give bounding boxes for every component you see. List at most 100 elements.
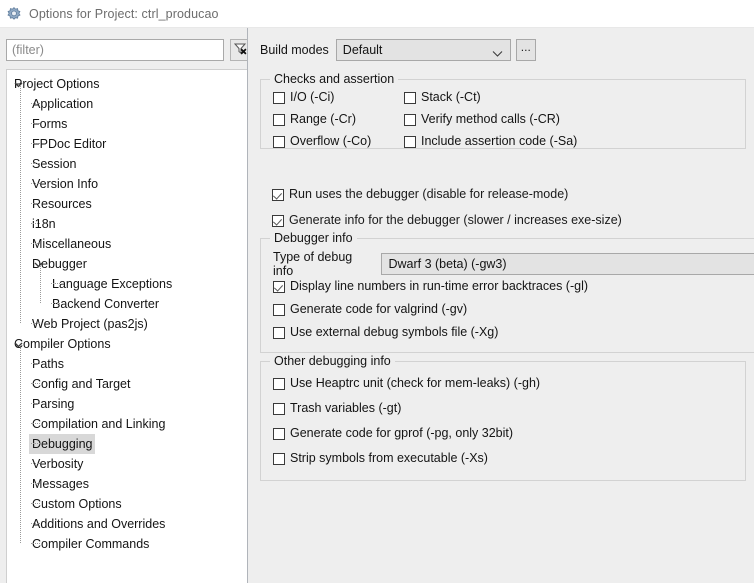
sidebar-item-parsing[interactable]: Parsing: [7, 394, 247, 414]
tree-branch-mark: [31, 123, 40, 124]
checkbox-display-line-numbers[interactable]: Display line numbers in run-time error b…: [273, 279, 588, 294]
filter-clear-icon: [233, 41, 248, 59]
checkbox-stack[interactable]: Stack (-Ct): [404, 90, 481, 105]
sidebar-item-paths[interactable]: Paths: [7, 354, 247, 374]
checkbox-valgrind-box[interactable]: [273, 304, 285, 316]
checkbox-display-line-numbers-label: Display line numbers in run-time error b…: [290, 279, 589, 293]
tree-branch-mark: [51, 283, 60, 284]
checkbox-verify-method-calls-box[interactable]: [404, 114, 416, 126]
tree-branch-mark: [31, 543, 40, 544]
checkbox-run-uses-debugger[interactable]: Run uses the debugger (disable for relea…: [272, 187, 568, 201]
main-panel: Build modes Default ... Checks and asser…: [248, 28, 754, 583]
sidebar-item-label: Resources: [32, 197, 92, 211]
search-input[interactable]: (filter): [6, 39, 224, 61]
sidebar-item-version-info[interactable]: Version Info: [7, 174, 247, 194]
build-modes-more-button[interactable]: ...: [515, 39, 536, 61]
checkbox-strip-symbols-box[interactable]: [273, 453, 285, 465]
chevron-down-icon[interactable]: [13, 79, 24, 90]
debug-info-type-label: Type of debug info: [273, 250, 353, 278]
sidebar-item-compiler-commands[interactable]: Compiler Commands: [7, 534, 247, 554]
chevron-down-icon[interactable]: [13, 339, 24, 350]
sidebar-item-label: Additions and Overrides: [32, 517, 166, 531]
checkbox-heaptrc[interactable]: Use Heaptrc unit (check for mem-leaks) (…: [273, 376, 540, 391]
checkbox-strip-symbols-label: Strip symbols from executable (-Xs): [290, 451, 488, 465]
sidebar-item-label: Debugging: [29, 434, 96, 454]
tree-branch-mark: [31, 203, 40, 204]
checkbox-range[interactable]: Range (-Cr): [273, 112, 356, 127]
sidebar-item-application[interactable]: Application: [7, 94, 247, 114]
sidebar-item-verbosity[interactable]: Verbosity: [7, 454, 247, 474]
checkbox-external-debug-symbols[interactable]: Use external debug symbols file (-Xg): [273, 325, 498, 340]
sidebar-item-backend-converter[interactable]: Backend Converter: [7, 294, 247, 314]
sidebar-item-language-exceptions[interactable]: Language Exceptions: [7, 274, 247, 294]
sidebar-item-label: Language Exceptions: [52, 277, 173, 291]
tree-root: Project Options Application Forms FPDoc Edi…: [7, 70, 247, 554]
sidebar-item-web-project-pas2js[interactable]: Web Project (pas2js): [7, 314, 247, 334]
sidebar-item-custom-options[interactable]: Custom Options: [7, 494, 247, 514]
tree-branch-mark: [31, 323, 40, 324]
sidebar-item-label: Verbosity: [32, 457, 84, 471]
sidebar-item-forms[interactable]: Forms: [7, 114, 247, 134]
tree-branch-mark: [31, 183, 40, 184]
checkbox-io-box[interactable]: [273, 92, 285, 104]
checkbox-generate-debug-info-box[interactable]: [272, 215, 284, 227]
tree-branch-mark: [31, 443, 40, 444]
checkbox-range-box[interactable]: [273, 114, 285, 126]
checkbox-overflow-box[interactable]: [273, 136, 285, 148]
checkbox-verify-method-calls[interactable]: Verify method calls (-CR): [404, 112, 560, 127]
sidebar-item-project-options[interactable]: Project Options: [7, 74, 247, 94]
checkbox-gprof-box[interactable]: [273, 428, 285, 440]
sidebar-item-label: Config and Target: [32, 377, 131, 391]
build-mode-select[interactable]: Default: [335, 39, 511, 61]
sidebar-item-label: Web Project (pas2js): [32, 317, 148, 331]
other-debugging-group-title: Other debugging info: [270, 354, 395, 368]
checkbox-gprof[interactable]: Generate code for gprof (-pg, only 32bit…: [273, 426, 513, 441]
sidebar-item-i18n[interactable]: i18n: [7, 214, 247, 234]
debugger-info-group: Debugger info Type of debug info Dwarf 3…: [260, 231, 754, 353]
checkbox-stack-box[interactable]: [404, 92, 416, 104]
sidebar-item-config-and-target[interactable]: Config and Target: [7, 374, 247, 394]
sidebar-item-session[interactable]: Session: [7, 154, 247, 174]
checkbox-valgrind[interactable]: Generate code for valgrind (-gv): [273, 302, 467, 317]
chevron-down-icon[interactable]: [33, 259, 44, 270]
checkbox-valgrind-label: Generate code for valgrind (-gv): [290, 302, 468, 316]
sidebar-item-label: i18n: [32, 217, 56, 231]
sidebar-item-debugging[interactable]: Debugging: [7, 434, 247, 454]
sidebar-item-compilation-and-linking[interactable]: Compilation and Linking: [7, 414, 247, 434]
checkbox-include-assertion-code[interactable]: Include assertion code (-Sa): [404, 134, 577, 149]
sidebar-item-miscellaneous[interactable]: Miscellaneous: [7, 234, 247, 254]
checkbox-io-label: I/O (-Ci): [290, 90, 335, 104]
checks-group-title: Checks and assertion: [270, 72, 399, 86]
checkbox-run-uses-debugger-box[interactable]: [272, 189, 284, 201]
checkbox-overflow[interactable]: Overflow (-Co): [273, 134, 371, 149]
checkbox-overflow-label: Overflow (-Co): [290, 134, 372, 148]
sidebar-item-label: Miscellaneous: [32, 237, 112, 251]
checkbox-trash-variables[interactable]: Trash variables (-gt): [273, 401, 401, 416]
checkbox-strip-symbols[interactable]: Strip symbols from executable (-Xs): [273, 451, 488, 466]
tree-branch-mark: [31, 403, 40, 404]
sidebar-item-fpdoc-editor[interactable]: FPDoc Editor: [7, 134, 247, 154]
checkbox-trash-variables-box[interactable]: [273, 403, 285, 415]
checkbox-generate-debug-info[interactable]: Generate info for the debugger (slower /…: [272, 213, 622, 227]
checkbox-include-assertion-code-box[interactable]: [404, 136, 416, 148]
sidebar-item-resources[interactable]: Resources: [7, 194, 247, 214]
sidebar-item-label: Backend Converter: [52, 297, 160, 311]
checkbox-trash-variables-label: Trash variables (-gt): [290, 401, 402, 415]
filter-placeholder: (filter): [12, 43, 44, 57]
checkbox-external-debug-symbols-box[interactable]: [273, 327, 285, 339]
debug-info-type-select[interactable]: Dwarf 3 (beta) (-gw3): [381, 253, 754, 275]
checkbox-verify-method-calls-label: Verify method calls (-CR): [421, 112, 560, 126]
checkbox-display-line-numbers-box[interactable]: [273, 281, 285, 293]
title-bar: Options for Project: ctrl_producao: [0, 0, 754, 29]
sidebar-item-compiler-options[interactable]: Compiler Options: [7, 334, 247, 354]
tree-branch-mark: [51, 303, 60, 304]
sidebar-item-debugger[interactable]: Debugger: [7, 254, 247, 274]
checkbox-run-uses-debugger-label: Run uses the debugger (disable for relea…: [289, 187, 569, 201]
checkbox-heaptrc-box[interactable]: [273, 378, 285, 390]
checkbox-stack-label: Stack (-Ct): [421, 90, 481, 104]
checkbox-gprof-label: Generate code for gprof (-pg, only 32bit…: [290, 426, 514, 440]
checkbox-io[interactable]: I/O (-Ci): [273, 90, 334, 105]
sidebar-item-messages[interactable]: Messages: [7, 474, 247, 494]
options-tree[interactable]: Project Options Application Forms FPDoc Edi…: [6, 69, 247, 583]
sidebar-item-additions-and-overrides[interactable]: Additions and Overrides: [7, 514, 247, 534]
